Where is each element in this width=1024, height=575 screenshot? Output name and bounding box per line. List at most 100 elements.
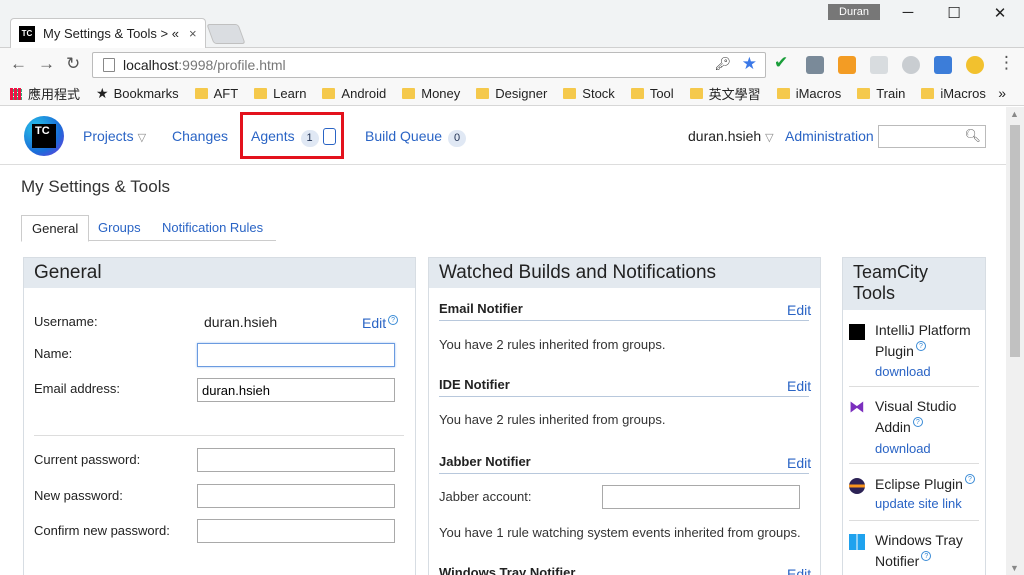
edit-jabber-notifier-link[interactable]: Edit bbox=[787, 455, 811, 471]
chevron-down-icon[interactable]: ▽ bbox=[765, 132, 773, 144]
search-input[interactable]: 🔍︎ bbox=[878, 125, 986, 148]
scroll-down-icon[interactable]: ▼ bbox=[1010, 563, 1019, 573]
page-title: My Settings & Tools bbox=[21, 177, 170, 196]
minimize-icon[interactable]: ─ bbox=[888, 4, 928, 21]
help-icon[interactable]: ? bbox=[915, 341, 926, 351]
browser-tab[interactable]: TC My Settings & Tools > « × bbox=[10, 18, 206, 48]
email-field[interactable] bbox=[197, 378, 395, 402]
teamcity-tools-panel: TeamCity Tools IntelliJ Platform Plugin? … bbox=[842, 257, 986, 575]
tab-close-icon[interactable]: × bbox=[189, 26, 197, 41]
scroll-up-icon[interactable]: ▲ bbox=[1010, 109, 1019, 119]
visual-studio-download-link[interactable]: download bbox=[875, 441, 931, 456]
edit-windows-notifier-link[interactable]: Edit bbox=[787, 566, 811, 575]
annotation-highlight-box bbox=[240, 112, 344, 159]
chart-extension-icon[interactable] bbox=[806, 56, 824, 74]
bookmark-folder[interactable]: Tool bbox=[630, 86, 674, 101]
teamcity-logo[interactable]: TC bbox=[24, 116, 64, 156]
address-bar[interactable]: localhost:9998/profile.html 🔑︎ ★ bbox=[92, 52, 766, 78]
general-panel: General Username: duran.hsieh Edit? Name… bbox=[23, 257, 416, 575]
edit-email-notifier-link[interactable]: Edit bbox=[787, 302, 811, 318]
divider bbox=[34, 435, 404, 436]
tool-windows-tray: Windows Tray Notifier? bbox=[843, 530, 983, 575]
help-icon[interactable]: ? bbox=[921, 551, 932, 561]
profile-badge[interactable]: Duran bbox=[828, 4, 880, 20]
forward-icon[interactable]: → bbox=[38, 54, 55, 74]
browser-titlebar: TC My Settings & Tools > « × Duran ─ ☐ ✕ bbox=[0, 0, 1024, 48]
email-notifier-text: You have 2 rules inherited from groups. bbox=[439, 337, 666, 352]
divider bbox=[849, 386, 979, 387]
name-field[interactable] bbox=[197, 343, 395, 367]
bookmark-folder[interactable]: Train bbox=[857, 86, 905, 101]
scrollbar-thumb[interactable] bbox=[1010, 125, 1020, 357]
jabber-account-field[interactable] bbox=[602, 485, 800, 509]
current-password-field[interactable] bbox=[197, 448, 395, 472]
angular-extension-icon[interactable] bbox=[902, 56, 920, 74]
bookmark-bookmarks[interactable]: ★ Bookmarks bbox=[96, 85, 179, 102]
bookmark-folder[interactable]: iMacros bbox=[776, 86, 841, 101]
logo-text: TC bbox=[32, 124, 56, 148]
bookmark-folder[interactable]: 英文學習 bbox=[689, 84, 761, 103]
user-menu[interactable]: duran.hsieh ▽ bbox=[688, 128, 774, 144]
bookmark-folder[interactable]: Android bbox=[322, 86, 386, 101]
table-extension-icon[interactable] bbox=[870, 56, 888, 74]
nav-build-queue[interactable]: Build Queue 0 bbox=[365, 128, 467, 147]
nav-changes[interactable]: Changes bbox=[172, 128, 228, 144]
bookmarks-overflow-icon[interactable]: » bbox=[998, 85, 1006, 101]
help-icon[interactable]: ? bbox=[912, 417, 923, 427]
nav-projects[interactable]: Projects ▽ bbox=[83, 128, 146, 144]
intellij-name: IntelliJ Platform Plugin? bbox=[875, 322, 971, 359]
edit-ide-notifier-link[interactable]: Edit bbox=[787, 378, 811, 394]
key-icon[interactable]: 🔑︎ bbox=[714, 56, 731, 72]
close-window-icon[interactable]: ✕ bbox=[980, 4, 1020, 22]
folder-icon bbox=[476, 88, 490, 99]
bookmark-folder[interactable]: AFT bbox=[194, 86, 238, 101]
tab-notification-rules[interactable]: Notification Rules bbox=[162, 215, 263, 241]
graph-extension-icon[interactable] bbox=[838, 56, 856, 74]
nav-administration[interactable]: Administration bbox=[785, 128, 874, 144]
windows-icon bbox=[849, 534, 865, 550]
username-value: duran.hsieh bbox=[204, 314, 278, 330]
url-path: :9998/profile.html bbox=[178, 57, 286, 73]
back-icon[interactable]: ← bbox=[10, 54, 27, 74]
puzzle-extension-icon[interactable] bbox=[934, 56, 952, 74]
folder-icon bbox=[563, 88, 577, 99]
page-content: TC Projects ▽ Changes Agents 1 Build Queue… bbox=[0, 107, 1006, 575]
new-password-field[interactable] bbox=[197, 484, 395, 508]
search-icon[interactable]: 🔍︎ bbox=[964, 128, 981, 144]
reload-icon[interactable]: ↻ bbox=[66, 54, 80, 74]
eclipse-update-site-link[interactable]: update site link bbox=[875, 496, 962, 511]
general-heading: General bbox=[24, 258, 415, 288]
tab-groups[interactable]: Groups bbox=[98, 215, 141, 241]
bookmark-folder[interactable]: iMacros bbox=[921, 86, 986, 101]
chevron-down-icon[interactable]: ▽ bbox=[138, 132, 146, 144]
tools-heading: TeamCity Tools bbox=[843, 258, 985, 310]
tab-title: My Settings & Tools > « bbox=[43, 26, 179, 41]
help-icon[interactable]: ? bbox=[388, 315, 399, 325]
bookmark-folder[interactable]: Learn bbox=[254, 86, 306, 101]
maximize-icon[interactable]: ☐ bbox=[934, 4, 974, 22]
username-label: Username: bbox=[34, 314, 98, 329]
new-tab-button[interactable] bbox=[206, 24, 246, 44]
windows-tray-notifier-title: Windows Tray Notifier bbox=[439, 565, 576, 575]
folder-icon bbox=[689, 88, 703, 99]
help-icon[interactable]: ? bbox=[964, 474, 975, 484]
tab-general[interactable]: General bbox=[21, 215, 90, 242]
build-queue-count-badge: 0 bbox=[448, 130, 467, 147]
intellij-download-link[interactable]: download bbox=[875, 364, 931, 379]
bookmark-apps[interactable]: 應用程式 bbox=[10, 84, 80, 103]
bookmark-star-icon[interactable]: ★ bbox=[742, 54, 757, 74]
folder-icon bbox=[322, 88, 336, 99]
folder-icon bbox=[921, 88, 935, 99]
edit-username-link[interactable]: Edit? bbox=[362, 315, 399, 331]
bookmark-folder[interactable]: Designer bbox=[476, 86, 547, 101]
emoji-extension-icon[interactable] bbox=[966, 56, 984, 74]
eclipse-name: Eclipse Plugin? bbox=[875, 474, 985, 495]
page-scrollbar[interactable]: ▲ ▼ bbox=[1006, 107, 1024, 575]
jabber-notifier-title: Jabber Notifier bbox=[439, 454, 531, 469]
menu-icon[interactable]: ⋮ bbox=[998, 53, 1015, 73]
folder-icon bbox=[254, 88, 268, 99]
bookmark-folder[interactable]: Stock bbox=[563, 86, 615, 101]
confirm-password-field[interactable] bbox=[197, 519, 395, 543]
bookmark-folder[interactable]: Money bbox=[402, 86, 460, 101]
checkmark-extension-icon[interactable]: ✔ bbox=[774, 53, 792, 72]
